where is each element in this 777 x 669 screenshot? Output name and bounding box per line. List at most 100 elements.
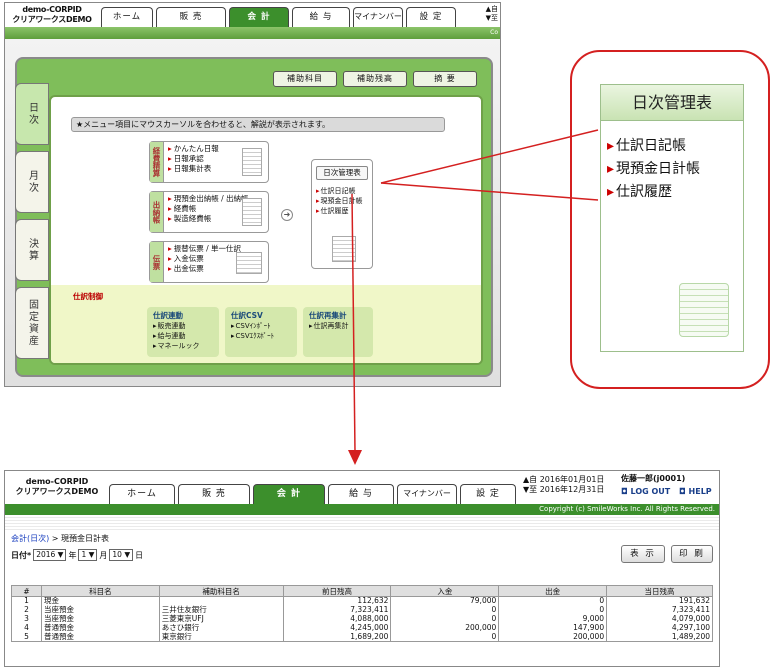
menu-item-transfer-slip[interactable]: 振替伝票 / 単一仕訳: [168, 244, 241, 254]
sub-balance-button[interactable]: 補助残高: [343, 71, 407, 87]
print-button[interactable]: 印 刷: [671, 545, 713, 563]
logout-link[interactable]: ◘ LOG OUT: [621, 487, 670, 496]
stripe-band: [5, 515, 719, 531]
cell-deposit: 200,000: [390, 623, 500, 633]
bottom-tab-settings[interactable]: 設 定: [460, 484, 516, 504]
cell-deposit: 79,000: [390, 596, 500, 606]
chevron-down-icon: ▼: [57, 550, 64, 559]
menu-item-cash-daily[interactable]: 現預金日計帳: [316, 196, 363, 206]
summary-button[interactable]: 摘 要: [413, 71, 477, 87]
tab-home[interactable]: ホーム: [101, 7, 153, 27]
menu-item-moneylook[interactable]: マネールック: [153, 341, 213, 351]
sub-account-button[interactable]: 補助科目: [273, 71, 337, 87]
slip-menu-label: 伝票: [150, 242, 164, 282]
menu-item-sales-link[interactable]: 販売連動: [153, 321, 213, 331]
day-select[interactable]: 10 ▼: [109, 549, 134, 561]
col-today-balance: 当日残高: [606, 585, 713, 597]
col-account: 科目名: [40, 585, 160, 597]
menu-item-easy-report[interactable]: かんたん日報: [168, 144, 219, 154]
menu-item-payment-slip[interactable]: 出金伝票: [168, 264, 241, 274]
callout-item-cash-daily: 現預金日計帳: [607, 158, 700, 181]
date-to: ▼至 2016年12月31日: [523, 485, 605, 494]
journal-recalc-title: 仕訳再集計: [309, 311, 347, 320]
col-deposit: 入金: [390, 585, 500, 597]
journal-control-area: 仕訳制御 仕訳連動 販売連動 給与連動 マネールック 仕訳CSV CSVｲﾝﾎﾟ…: [51, 285, 481, 363]
menu-item-manufacturing-book[interactable]: 製造経費帳: [168, 214, 249, 224]
menu-item-report-approval[interactable]: 日報承認: [168, 154, 219, 164]
cash-daily-table: # 科目名 補助科目名 前日残高 入金 出金 当日残高 1 現金 112,632…: [11, 585, 713, 642]
document-icon: [242, 148, 262, 176]
menu-item-journal-diary[interactable]: 仕訳日記帳: [316, 186, 363, 196]
journal-link-box: 仕訳連動 販売連動 給与連動 マネールック: [147, 307, 219, 357]
callout-title: 日次管理表: [601, 85, 743, 121]
notice-bar: ★メニュー項目にマウスカーソルを合わせると、解説が表示されます。: [71, 117, 445, 132]
menu-item-payroll-link[interactable]: 給与連動: [153, 331, 213, 341]
date-from: ▲自 2016年01月01日: [523, 475, 605, 484]
chevron-down-icon: ▼: [88, 550, 95, 559]
month-suffix: 月: [99, 550, 108, 560]
side-tab-closing[interactable]: 決算: [15, 219, 49, 281]
tab-sales[interactable]: 販 売: [156, 7, 226, 27]
report-icon: [332, 236, 356, 262]
bottom-brand: demo-CORPID クリアワークスDEMO: [15, 477, 99, 496]
zoom-callout: 日次管理表 仕訳日記帳 現預金日計帳 仕訳履歴: [570, 50, 770, 389]
table-row: 5 普通預金 東京銀行 1,689,200 0 200,000 1,489,20…: [11, 632, 713, 642]
callout-item-journal-diary: 仕訳日記帳: [607, 135, 700, 158]
menu-item-expense-book[interactable]: 経費帳: [168, 204, 249, 214]
side-tab-monthly[interactable]: 月次: [15, 151, 49, 213]
bottom-tab-home[interactable]: ホーム: [109, 484, 175, 504]
slip-icon: [236, 252, 262, 274]
journal-link-title: 仕訳連動: [153, 311, 183, 320]
menu-item-csv-export[interactable]: CSVｴｸｽﾎﾟｰﾄ: [231, 331, 291, 341]
col-number: #: [11, 585, 42, 597]
tab-payroll[interactable]: 給 与: [292, 7, 350, 27]
menu-item-receipt-slip[interactable]: 入金伝票: [168, 254, 241, 264]
show-button[interactable]: 表 示: [621, 545, 665, 563]
cashbook-menu: 出納帳 現預金出納帳 / 出納帳 経費帳 製造経費帳: [149, 191, 269, 233]
bottom-tab-accounting[interactable]: 会 計: [253, 484, 325, 504]
side-tab-fixed-assets[interactable]: 固定資産: [15, 287, 49, 359]
col-sub-account: 補助科目名: [158, 585, 284, 597]
breadcrumb-daily-link[interactable]: 会計(日次): [11, 534, 49, 543]
side-tab-daily[interactable]: 日次: [15, 83, 49, 145]
day-value: 10: [112, 550, 122, 559]
month-select[interactable]: 1 ▼: [78, 549, 98, 561]
arrow-down-icon: [348, 450, 362, 465]
menu-item-journal-history[interactable]: 仕訳履歴: [316, 206, 363, 216]
journal-csv-box: 仕訳CSV CSVｲﾝﾎﾟｰﾄ CSVｴｸｽﾎﾟｰﾄ: [225, 307, 297, 357]
table-header-row: # 科目名 補助科目名 前日残高 入金 出金 当日残高: [11, 585, 713, 597]
cell-today-balance: 1,489,200: [606, 632, 713, 642]
bottom-tab-mynumber[interactable]: マイナンバー: [397, 484, 457, 504]
menu-item-recalc[interactable]: 仕訳再集計: [309, 321, 367, 331]
breadcrumb-current: > 現預金日計表: [49, 534, 110, 543]
callout-panel: 日次管理表 仕訳日記帳 現預金日計帳 仕訳履歴: [600, 84, 744, 352]
breadcrumb: 会計(日次) > 現預金日計表: [11, 533, 109, 544]
year-select[interactable]: 2016 ▼: [33, 549, 67, 561]
cell-deposit: 0: [390, 632, 500, 642]
tab-accounting[interactable]: 会 計: [229, 7, 289, 27]
year-value: 2016: [36, 550, 56, 559]
menu-screenshot: demo-CORPID クリアワークスDEMO ホーム 販 売 会 計 給 与 …: [4, 2, 501, 387]
menu-item-report-summary[interactable]: 日報集計表: [168, 164, 219, 174]
cell-number: 5: [11, 632, 42, 642]
expense-menu: 経費精算 かんたん日報 日報承認 日報集計表: [149, 141, 269, 183]
year-suffix: 年: [68, 550, 77, 560]
cash-daily-screenshot: demo-CORPID クリアワークスDEMO ホーム 販 売 会 計 給 与 …: [4, 470, 720, 667]
bottom-header: demo-CORPID クリアワークスDEMO ホーム 販 売 会 計 給 与 …: [5, 471, 719, 504]
bottom-tab-payroll[interactable]: 給 与: [328, 484, 394, 504]
col-prev-balance: 前日残高: [282, 585, 392, 597]
journal-recalc-box: 仕訳再集計 仕訳再集計: [303, 307, 373, 357]
help-link[interactable]: ◘ HELP: [679, 487, 712, 496]
menu-item-cashbook[interactable]: 現預金出納帳 / 出納帳: [168, 194, 249, 204]
ledger-icon: [242, 198, 262, 226]
copyright-mini: Co: [490, 29, 498, 36]
top-header: demo-CORPID クリアワークスDEMO ホーム 販 売 会 計 給 与 …: [5, 3, 500, 27]
menu-item-csv-import[interactable]: CSVｲﾝﾎﾟｰﾄ: [231, 321, 291, 331]
expense-menu-label: 経費精算: [150, 142, 164, 182]
top-green-bar: Co: [5, 27, 500, 39]
bottom-tab-sales[interactable]: 販 売: [178, 484, 250, 504]
cell-deposit: 0: [390, 605, 500, 615]
tab-mynumber[interactable]: マイナンバー: [353, 7, 403, 27]
daily-report-menu: 日次管理表 仕訳日記帳 現預金日計帳 仕訳履歴: [311, 159, 373, 269]
tab-settings[interactable]: 設 定: [406, 7, 456, 27]
